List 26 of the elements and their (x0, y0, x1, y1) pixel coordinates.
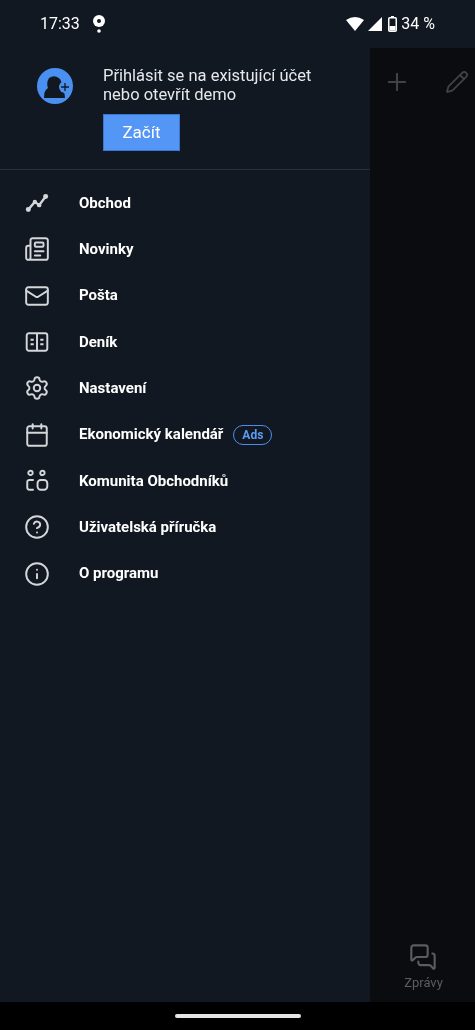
login-prompt: Přihlásit se na existující účet nebo otevřít demo (103, 66, 313, 104)
menu-item[interactable]: Pošta (0, 272, 370, 319)
wifi-icon (346, 17, 365, 31)
battery-icon (388, 16, 398, 32)
menu-item[interactable]: Deník (0, 318, 370, 366)
settings-icon (24, 375, 50, 402)
menu-item[interactable]: Novinky (0, 226, 370, 273)
menu-item[interactable]: Nastavení (0, 365, 370, 412)
help-icon (24, 514, 50, 541)
chat-icon (409, 942, 438, 971)
signal-icon (368, 17, 383, 31)
menu-item[interactable]: O programu (0, 550, 370, 597)
battery-percentage: 34 % (401, 13, 435, 35)
calendar-icon (24, 421, 50, 448)
edit-icon[interactable] (444, 70, 469, 94)
avatar-add-icon (37, 68, 75, 104)
clock: 17:33 (40, 13, 80, 35)
menu-item[interactable]: Obchod (0, 180, 370, 227)
info-icon (24, 560, 50, 587)
location-pin-icon (91, 15, 106, 33)
newspaper-icon (24, 236, 50, 263)
menu-item[interactable]: Ekonomický kalendář Ads (0, 411, 370, 458)
menu-item[interactable]: Komunita Obchodníků (0, 457, 370, 505)
people-icon (24, 467, 50, 494)
home-indicator[interactable] (174, 1014, 301, 1018)
menu-item[interactable]: Uživatelská příručka (0, 504, 370, 551)
